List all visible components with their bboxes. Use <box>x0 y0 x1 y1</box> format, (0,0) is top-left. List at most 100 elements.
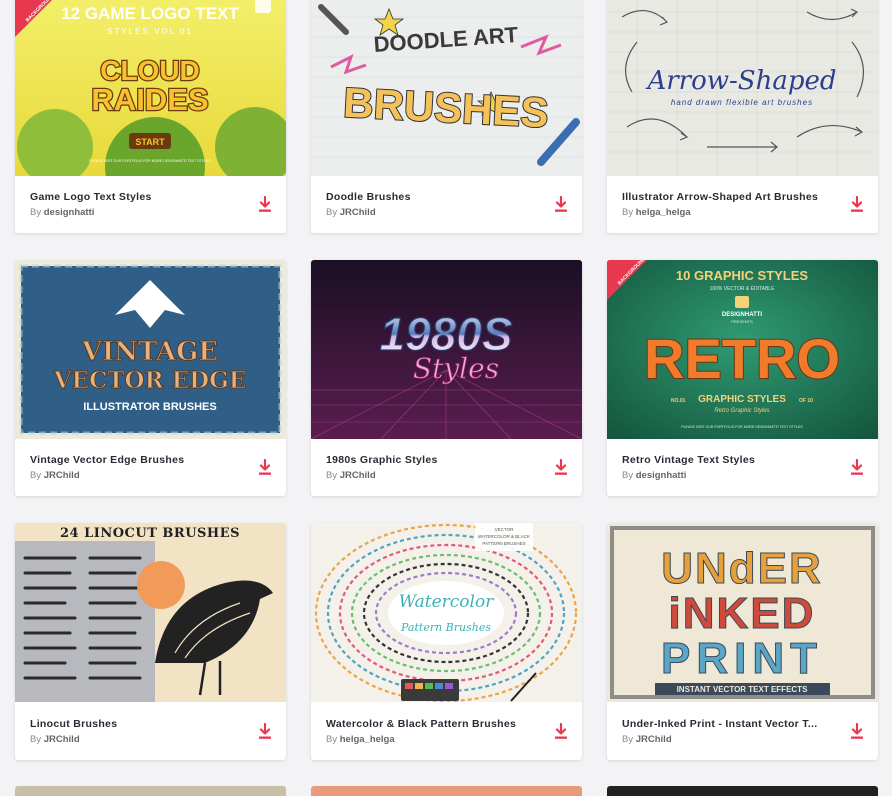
by-prefix: By <box>30 734 42 745</box>
card-meta: Linocut Brushes By JRChild <box>15 703 286 760</box>
results-grid: BACKGROUND INCLUDED 12 GAME LOGO TEXT ST… <box>0 0 892 796</box>
product-card-partial[interactable] <box>607 786 878 796</box>
thumb-word-3: PRINT <box>661 634 823 683</box>
product-title[interactable]: Illustrator Arrow-Shaped Art Brushes <box>622 191 818 203</box>
product-thumbnail[interactable]: Watercolor Pattern Brushes VECTOR WATERC… <box>311 523 582 702</box>
product-title[interactable]: Under-Inked Print - Instant Vector T... <box>622 718 817 730</box>
thumb-subtitle: GRAPHIC STYLES <box>698 394 786 405</box>
product-card[interactable]: BACKGROUND INCLUDED 12 GAME LOGO TEXT ST… <box>15 0 286 233</box>
download-icon[interactable] <box>258 723 272 740</box>
thumb-fineprint: PLEASE VISIT OUR PORTFOLIO FOR MORE DESI… <box>681 425 803 429</box>
download-icon[interactable] <box>554 196 568 213</box>
card-meta: Watercolor & Black Pattern Brushes By he… <box>311 703 582 760</box>
thumb-script-title: Arrow-Shaped <box>645 66 836 96</box>
by-prefix: By <box>622 470 634 481</box>
by-prefix: By <box>326 734 338 745</box>
author-link[interactable]: JRChild <box>636 734 672 745</box>
download-icon[interactable] <box>850 459 864 476</box>
author-link[interactable]: JRChild <box>44 470 80 481</box>
thumb-heading: 12 GAME LOGO TEXT <box>61 4 239 23</box>
product-thumbnail[interactable]: Arrow-Shaped hand drawn flexible art bru… <box>607 0 878 176</box>
card-meta: Illustrator Arrow-Shaped Art Brushes By … <box>607 176 878 233</box>
author-link[interactable]: JRChild <box>340 207 376 218</box>
product-thumbnail[interactable]: DOODLE ART BRUSHES <box>311 0 582 176</box>
product-title[interactable]: Retro Vintage Text Styles <box>622 454 755 466</box>
download-icon[interactable] <box>554 723 568 740</box>
author-byline: By JRChild <box>30 470 80 481</box>
author-byline: By JRChild <box>30 734 80 745</box>
thumb-subtitle: ILLUSTRATOR BRUSHES <box>83 401 216 413</box>
thumb-word-2: VECTOR EDGE <box>53 367 247 394</box>
card-meta: Doodle Brushes By JRChild <box>311 176 582 233</box>
author-byline: By JRChild <box>326 470 376 481</box>
by-prefix: By <box>622 207 634 218</box>
author-byline: By designhatti <box>622 470 686 481</box>
product-card[interactable]: Arrow-Shaped hand drawn flexible art bru… <box>607 0 878 233</box>
product-title[interactable]: Doodle Brushes <box>326 191 411 203</box>
download-icon[interactable] <box>850 723 864 740</box>
thumb-script-word: Styles <box>413 352 499 385</box>
product-card[interactable]: DOODLE ART BRUSHES Doodle Brushes By JRC… <box>311 0 582 233</box>
download-icon[interactable] <box>258 196 272 213</box>
author-byline: By JRChild <box>622 734 672 745</box>
thumb-script: Retro Graphic Styles <box>714 408 769 414</box>
thumb-start-badge: START <box>135 137 165 147</box>
author-link[interactable]: designhatti <box>44 207 95 218</box>
author-link[interactable]: designhatti <box>636 470 687 481</box>
download-icon[interactable] <box>258 459 272 476</box>
download-icon[interactable] <box>554 459 568 476</box>
product-card[interactable]: Watercolor Pattern Brushes VECTOR WATERC… <box>311 523 582 760</box>
by-prefix: By <box>30 207 42 218</box>
author-link[interactable]: helga_helga <box>340 734 395 745</box>
author-byline: By helga_helga <box>326 734 395 745</box>
product-card[interactable]: 24 LINOCUT BRUSHES Linocut Brushes By JR… <box>15 523 286 760</box>
thumb-brand: DESIGNHATTI <box>722 312 763 318</box>
product-thumbnail[interactable]: BACKGROUND INCLUDED 12 GAME LOGO TEXT ST… <box>15 0 286 176</box>
thumb-script-title: Watercolor <box>399 592 495 612</box>
thumb-script-subtitle: Pattern Brushes <box>400 621 491 634</box>
product-title[interactable]: Linocut Brushes <box>30 718 117 730</box>
card-meta: Vintage Vector Edge Brushes By JRChild <box>15 439 286 496</box>
card-meta: Under-Inked Print - Instant Vector T... … <box>607 703 878 760</box>
product-thumbnail[interactable]: 1980S Styles <box>311 260 582 439</box>
product-card[interactable]: UNdER iNKED PRINT INSTANT VECTOR TEXT EF… <box>607 523 878 760</box>
thumb-word-1: UNdER <box>661 544 823 593</box>
thumb-heading: 24 LINOCUT BRUSHES <box>60 526 240 541</box>
author-link[interactable]: JRChild <box>44 734 80 745</box>
by-prefix: By <box>326 207 338 218</box>
author-byline: By JRChild <box>326 207 376 218</box>
card-meta: Retro Vintage Text Styles By designhatti <box>607 439 878 496</box>
card-meta: 1980s Graphic Styles By JRChild <box>311 439 582 496</box>
thumb-subtitle: hand drawn flexible art brushes <box>671 98 813 107</box>
author-link[interactable]: helga_helga <box>636 207 691 218</box>
product-title[interactable]: Watercolor & Black Pattern Brushes <box>326 718 516 730</box>
product-card-partial[interactable] <box>311 786 582 796</box>
product-thumbnail[interactable]: VINTAGE VECTOR EDGE ILLUSTRATOR BRUSHES <box>15 260 286 439</box>
thumb-word-2: iNKED <box>669 589 816 638</box>
thumb-heading: 10 GRAPHIC STYLES <box>676 268 809 283</box>
author-byline: By helga_helga <box>622 207 691 218</box>
author-link[interactable]: JRChild <box>340 470 376 481</box>
product-title[interactable]: Game Logo Text Styles <box>30 191 152 203</box>
product-card[interactable]: 1980S Styles 1980s Graphic Styles By JRC… <box>311 260 582 496</box>
thumb-tag-1: VECTOR <box>495 527 514 532</box>
product-thumbnail[interactable]: 24 LINOCUT BRUSHES <box>15 523 286 702</box>
product-title[interactable]: Vintage Vector Edge Brushes <box>30 454 184 466</box>
product-thumbnail[interactable]: UNdER iNKED PRINT INSTANT VECTOR TEXT EF… <box>607 523 878 702</box>
thumb-tag-2: WATERCOLOR & BLACK <box>478 534 530 539</box>
thumb-subheading: STYLES VOL 01 <box>107 27 193 36</box>
product-card-partial[interactable] <box>15 786 286 796</box>
author-byline: By designhatti <box>30 207 94 218</box>
download-icon[interactable] <box>850 196 864 213</box>
thumb-fineprint: PLEASE VISIT OUR PORTFOLIO FOR MORE DESI… <box>89 159 211 163</box>
product-card[interactable]: BACKGROUND INCLUDED 10 GRAPHIC STYLES 10… <box>607 260 878 496</box>
thumb-big-word: RETRO <box>644 327 840 390</box>
thumb-count: OF 10 <box>799 398 813 404</box>
thumb-subheading: 100% VECTOR & EDITABLE <box>710 286 776 292</box>
product-thumbnail[interactable]: BACKGROUND INCLUDED 10 GRAPHIC STYLES 10… <box>607 260 878 439</box>
thumb-presents: PRESENTS <box>731 319 753 324</box>
thumb-number: NO.01 <box>671 398 686 404</box>
product-title[interactable]: 1980s Graphic Styles <box>326 454 438 466</box>
product-card[interactable]: VINTAGE VECTOR EDGE ILLUSTRATOR BRUSHES … <box>15 260 286 496</box>
by-prefix: By <box>326 470 338 481</box>
